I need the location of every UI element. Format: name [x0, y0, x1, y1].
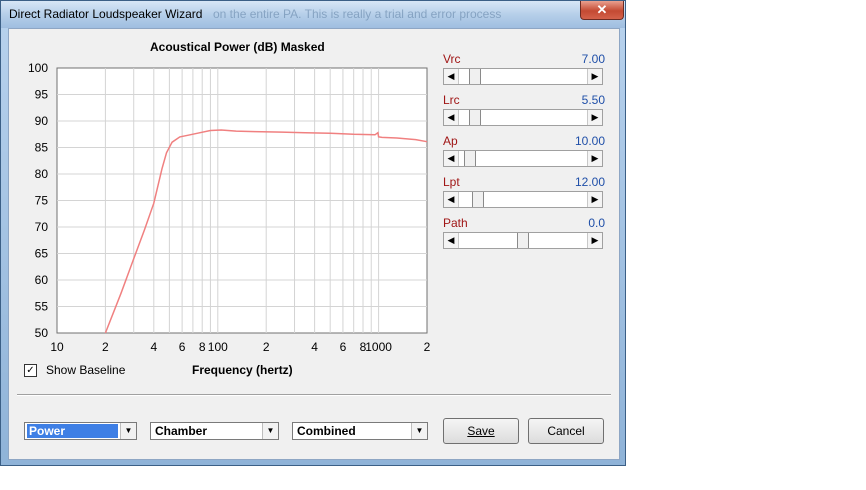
y-tick-label: 60 — [35, 273, 49, 287]
window-title: Direct Radiator Loudspeaker Wizard — [9, 7, 203, 21]
x-tick-label: 6 — [340, 340, 347, 354]
x-tick-label: 2 — [424, 340, 431, 354]
x-tick-label: 2 — [102, 340, 109, 354]
y-tick-label: 75 — [35, 194, 49, 208]
separator-line — [17, 394, 611, 396]
y-tick-label: 65 — [35, 247, 49, 261]
scroll-right-icon[interactable]: ▶ — [587, 151, 602, 166]
x-tick-label: 1000 — [365, 340, 392, 354]
show-baseline-label: Show Baseline — [46, 363, 126, 377]
param-name: Ap — [443, 134, 458, 148]
y-tick-label: 90 — [35, 114, 49, 128]
y-tick-label: 55 — [35, 300, 49, 314]
scroll-left-icon[interactable]: ◀ — [444, 233, 459, 248]
x-tick-label: 2 — [263, 340, 270, 354]
x-tick-label: 4 — [150, 340, 157, 354]
title-bar[interactable]: Direct Radiator Loudspeaker Wizard on th… — [1, 1, 625, 28]
scroll-thumb[interactable] — [517, 233, 529, 248]
x-tick-label: 4 — [311, 340, 318, 354]
param-value: 7.00 — [581, 52, 605, 66]
y-tick-label: 95 — [35, 88, 49, 102]
power-response-chart: 5055606570758085909510010 2 4 6 8 100 2 4 6 81000… — [28, 61, 431, 354]
chevron-down-icon[interactable]: ▼ — [262, 423, 278, 439]
scroll-right-icon[interactable]: ▶ — [587, 192, 602, 207]
x-tick-label: 100 — [208, 340, 228, 354]
cancel-button-label: Cancel — [547, 424, 585, 438]
param-scrollbar[interactable]: ◀ ▶ — [443, 150, 603, 167]
scroll-thumb[interactable] — [468, 110, 481, 125]
show-baseline-checkbox[interactable]: ✓ — [24, 364, 37, 377]
mode-combo[interactable]: Combined ▼ — [292, 422, 428, 440]
cancel-button[interactable]: Cancel — [528, 418, 604, 444]
param-scrollbar[interactable]: ◀ ▶ — [443, 191, 603, 208]
enclosure-combo-value: Chamber — [155, 424, 208, 438]
param-name: Path — [443, 216, 468, 230]
scroll-right-icon[interactable]: ▶ — [587, 69, 602, 84]
chevron-down-icon[interactable]: ▼ — [411, 423, 427, 439]
scroll-left-icon[interactable]: ◀ — [444, 69, 459, 84]
y-tick-label: 80 — [35, 167, 49, 181]
param-name: Lrc — [443, 93, 460, 107]
x-tick-label: 6 — [179, 340, 186, 354]
param-value: 12.00 — [574, 175, 605, 189]
param-value: 10.00 — [574, 134, 605, 148]
scroll-thumb[interactable] — [472, 192, 485, 207]
chevron-down-icon[interactable]: ▼ — [120, 423, 136, 439]
save-button-label: Save — [467, 424, 495, 438]
param-value: 0.0 — [588, 216, 605, 230]
background-window-text: on the entire PA. This is really a trial… — [213, 7, 502, 21]
param-scrollbar[interactable]: ◀ ▶ — [443, 68, 603, 85]
param-name: Vrc — [443, 52, 461, 66]
measure-combo-value: Power — [27, 424, 118, 438]
param-scrollbar[interactable]: ◀ ▶ — [443, 232, 603, 249]
scroll-left-icon[interactable]: ◀ — [444, 151, 459, 166]
y-tick-label: 85 — [35, 141, 49, 155]
param-name: Lpt — [443, 175, 460, 189]
scroll-thumb[interactable] — [468, 69, 481, 84]
x-tick-label: 10 — [50, 340, 64, 354]
enclosure-combo[interactable]: Chamber ▼ — [150, 422, 279, 440]
scroll-right-icon[interactable]: ▶ — [587, 233, 602, 248]
x-tick-label: 8 — [199, 340, 206, 354]
save-button[interactable]: Save — [443, 418, 519, 444]
chart-title: Acoustical Power (dB) Masked — [150, 40, 325, 54]
y-tick-label: 50 — [35, 326, 49, 340]
y-tick-label: 100 — [28, 61, 48, 75]
y-tick-label: 70 — [35, 220, 49, 234]
scroll-thumb[interactable] — [463, 151, 476, 166]
scroll-left-icon[interactable]: ◀ — [444, 192, 459, 207]
scroll-right-icon[interactable]: ▶ — [587, 110, 602, 125]
x-axis-label: Frequency (hertz) — [192, 363, 293, 377]
param-value: 5.50 — [581, 93, 605, 107]
param-scrollbar[interactable]: ◀ ▶ — [443, 109, 603, 126]
close-button[interactable]: ✕ — [580, 1, 624, 20]
scroll-left-icon[interactable]: ◀ — [444, 110, 459, 125]
mode-combo-value: Combined — [297, 424, 356, 438]
measure-combo[interactable]: Power ▼ — [24, 422, 137, 440]
